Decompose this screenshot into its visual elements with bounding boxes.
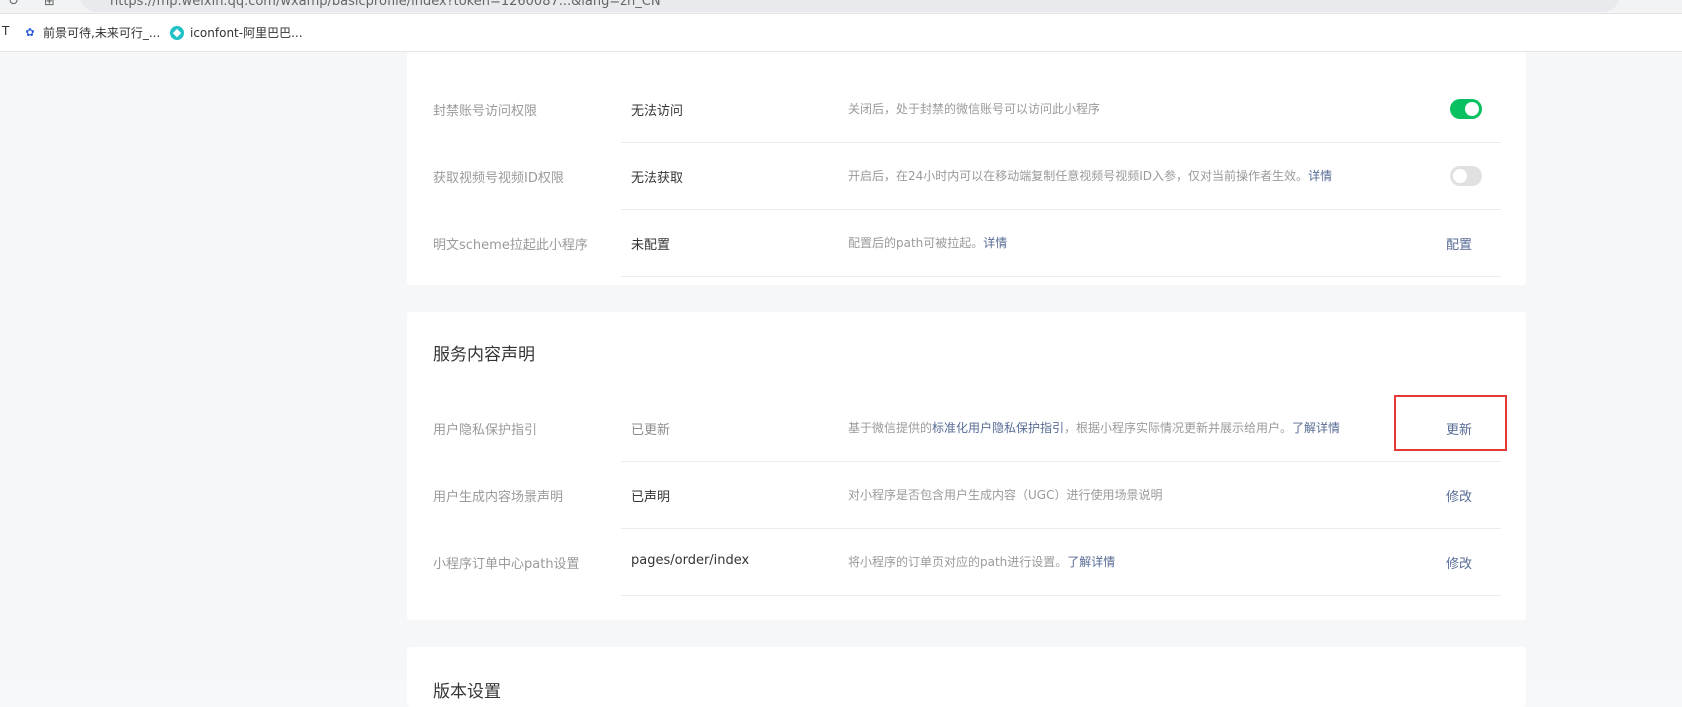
settings-row: 明文scheme拉起此小程序 未配置 配置后的path可被拉起。详情 配置 bbox=[407, 210, 1526, 277]
row-divider bbox=[621, 595, 1501, 596]
row-name: 用户隐私保护指引 bbox=[433, 423, 538, 438]
reload-icon[interactable]: ↻ bbox=[8, 0, 19, 9]
annotation-highlight-box bbox=[1394, 395, 1507, 451]
settings-row: 封禁账号访问权限 无法访问 关闭后，处于封禁的微信账号可以访问此小程序 bbox=[407, 76, 1526, 143]
bookmark-item[interactable]: ◆ iconfont-阿里巴巴... bbox=[170, 24, 303, 41]
settings-card-permissions: 封禁账号访问权限 无法访问 关闭后，处于封禁的微信账号可以访问此小程序 获取视频… bbox=[407, 52, 1526, 285]
card-title: 服务内容声明 bbox=[433, 345, 535, 365]
settings-row: 获取视频号视频ID权限 无法获取 开启后，在24小时内可以在移动端复制任意视频号… bbox=[407, 143, 1526, 210]
page-content: 封禁账号访问权限 无法访问 关闭后，处于封禁的微信账号可以访问此小程序 获取视频… bbox=[0, 52, 1682, 707]
row-status: 已更新 bbox=[631, 423, 671, 438]
row-desc: 基于微信提供的标准化用户隐私保护指引，根据小程序实际情况更新并展示给用户。了解详… bbox=[848, 421, 1341, 435]
settings-card-service-statement: 服务内容声明 用户隐私保护指引 已更新 基于微信提供的标准化用户隐私保护指引，根… bbox=[407, 312, 1526, 620]
paw-icon: ✿ bbox=[25, 25, 35, 39]
bookmark-truncated[interactable]: T bbox=[2, 24, 9, 38]
bookmark-item[interactable]: ✿ 前景可待,未来可行_... bbox=[23, 24, 160, 41]
row-desc: 关闭后，处于封禁的微信账号可以访问此小程序 bbox=[848, 102, 1101, 116]
video-id-toggle[interactable] bbox=[1450, 166, 1482, 186]
url-text[interactable]: https://mp.weixin.qq.com/wxamp/basicprof… bbox=[110, 0, 661, 9]
configure-button[interactable]: 配置 bbox=[1446, 234, 1472, 253]
bookmarks-bar: T ✿ 前景可待,未来可行_... ◆ iconfont-阿里巴巴... bbox=[0, 14, 1682, 52]
row-name: 小程序订单中心path设置 bbox=[433, 557, 580, 572]
settings-card-version: 版本设置 bbox=[407, 647, 1526, 707]
learn-more-link[interactable]: 了解详情 bbox=[1067, 555, 1115, 569]
settings-row: 用户生成内容场景声明 已声明 对小程序是否包含用户生成内容（UGC）进行使用场景… bbox=[407, 462, 1526, 529]
row-status: 无法获取 bbox=[631, 171, 684, 186]
row-status: 无法访问 bbox=[631, 104, 684, 119]
row-name: 获取视频号视频ID权限 bbox=[433, 171, 564, 186]
row-status: 未配置 bbox=[631, 238, 671, 253]
row-desc: 将小程序的订单页对应的path进行设置。了解详情 bbox=[848, 555, 1116, 569]
bookmark-label: iconfont-阿里巴巴... bbox=[190, 26, 303, 40]
apps-icon[interactable]: ⊞ bbox=[44, 0, 55, 9]
row-name: 用户生成内容场景声明 bbox=[433, 490, 564, 505]
learn-more-link[interactable]: 了解详情 bbox=[1292, 421, 1340, 435]
row-desc: 开启后，在24小时内可以在移动端复制任意视频号视频ID入参，仅对当前操作者生效。… bbox=[848, 169, 1333, 183]
iconfont-icon: ◆ bbox=[170, 25, 184, 40]
row-status: 已声明 bbox=[631, 490, 671, 505]
row-desc: 配置后的path可被拉起。详情 bbox=[848, 236, 1008, 250]
row-divider bbox=[621, 276, 1501, 277]
row-name: 明文scheme拉起此小程序 bbox=[433, 238, 588, 253]
bookmark-label: 前景可待,未来可行_... bbox=[43, 26, 161, 40]
edit-button[interactable]: 修改 bbox=[1446, 486, 1472, 505]
row-status: pages/order/index bbox=[631, 553, 750, 568]
row-desc: 对小程序是否包含用户生成内容（UGC）进行使用场景说明 bbox=[848, 488, 1163, 502]
access-toggle[interactable] bbox=[1450, 99, 1482, 119]
details-link[interactable]: 详情 bbox=[1308, 169, 1332, 183]
row-name: 封禁账号访问权限 bbox=[433, 104, 538, 119]
browser-address-bar: ↻ ⊞ https://mp.weixin.qq.com/wxamp/basic… bbox=[0, 0, 1682, 14]
edit-button[interactable]: 修改 bbox=[1446, 553, 1472, 572]
settings-row: 用户隐私保护指引 已更新 基于微信提供的标准化用户隐私保护指引，根据小程序实际情… bbox=[407, 395, 1526, 462]
settings-row: 小程序订单中心path设置 pages/order/index 将小程序的订单页… bbox=[407, 529, 1526, 596]
privacy-guide-link[interactable]: 标准化用户隐私保护指引 bbox=[932, 421, 1064, 435]
details-link[interactable]: 详情 bbox=[983, 236, 1007, 250]
